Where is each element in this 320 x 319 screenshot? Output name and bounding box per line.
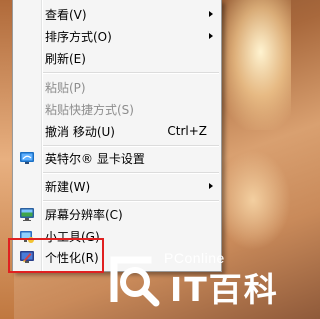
watermark: PConline IT百科 bbox=[104, 246, 291, 319]
menu-item-screen-resolution[interactable]: 屏幕分辨率(C) bbox=[15, 203, 219, 225]
submenu-arrow-icon bbox=[209, 11, 213, 17]
menu-separator bbox=[43, 172, 219, 174]
menu-item-paste[interactable]: 粘贴(P) bbox=[15, 76, 219, 98]
menu-separator bbox=[43, 200, 219, 202]
menu-item-view[interactable]: 查看(V) bbox=[15, 3, 219, 25]
desktop-context-menu: 查看(V) 排序方式(O) 刷新(E) 粘贴(P) 粘贴快捷方式(S) 撤消 移… bbox=[12, 0, 222, 272]
menu-item-label: 屏幕分辨率(C) bbox=[45, 207, 123, 222]
menu-item-label: 粘贴(P) bbox=[45, 80, 86, 95]
menu-item-refresh[interactable]: 刷新(E) bbox=[15, 47, 219, 69]
menu-item-shortcut: Ctrl+Z bbox=[167, 124, 207, 138]
watermark-name: IT百科 bbox=[170, 270, 279, 309]
screen-resolution-icon bbox=[20, 208, 34, 221]
menu-item-label: 刷新(E) bbox=[45, 51, 86, 66]
submenu-arrow-icon bbox=[209, 183, 213, 189]
menu-item-label: 撤消 移动(U) bbox=[45, 124, 115, 139]
menu-item-sort-by[interactable]: 排序方式(O) bbox=[15, 25, 219, 47]
desktop-wallpaper-light bbox=[215, 0, 291, 130]
highlight-box bbox=[8, 238, 104, 273]
menu-item-label: 查看(V) bbox=[45, 7, 87, 22]
menu-item-label: 排序方式(O) bbox=[45, 29, 112, 44]
intel-graphics-icon bbox=[20, 152, 34, 164]
menu-item-label: 英特尔® 显卡设置 bbox=[45, 151, 145, 166]
menu-item-intel-graphics[interactable]: 英特尔® 显卡设置 bbox=[15, 147, 219, 169]
pconline-magnifier-logo bbox=[110, 256, 160, 307]
menu-item-undo-move[interactable]: 撤消 移动(U) Ctrl+Z bbox=[15, 120, 219, 142]
menu-item-label: 新建(W) bbox=[45, 179, 91, 194]
menu-item-new[interactable]: 新建(W) bbox=[15, 175, 219, 197]
watermark-brand: PConline bbox=[164, 250, 225, 266]
desktop-wallpaper-light bbox=[215, 150, 291, 250]
menu-item-label: 粘贴快捷方式(S) bbox=[45, 102, 134, 117]
menu-separator bbox=[43, 72, 219, 74]
menu-item-paste-shortcut[interactable]: 粘贴快捷方式(S) bbox=[15, 98, 219, 120]
submenu-arrow-icon bbox=[209, 33, 213, 39]
